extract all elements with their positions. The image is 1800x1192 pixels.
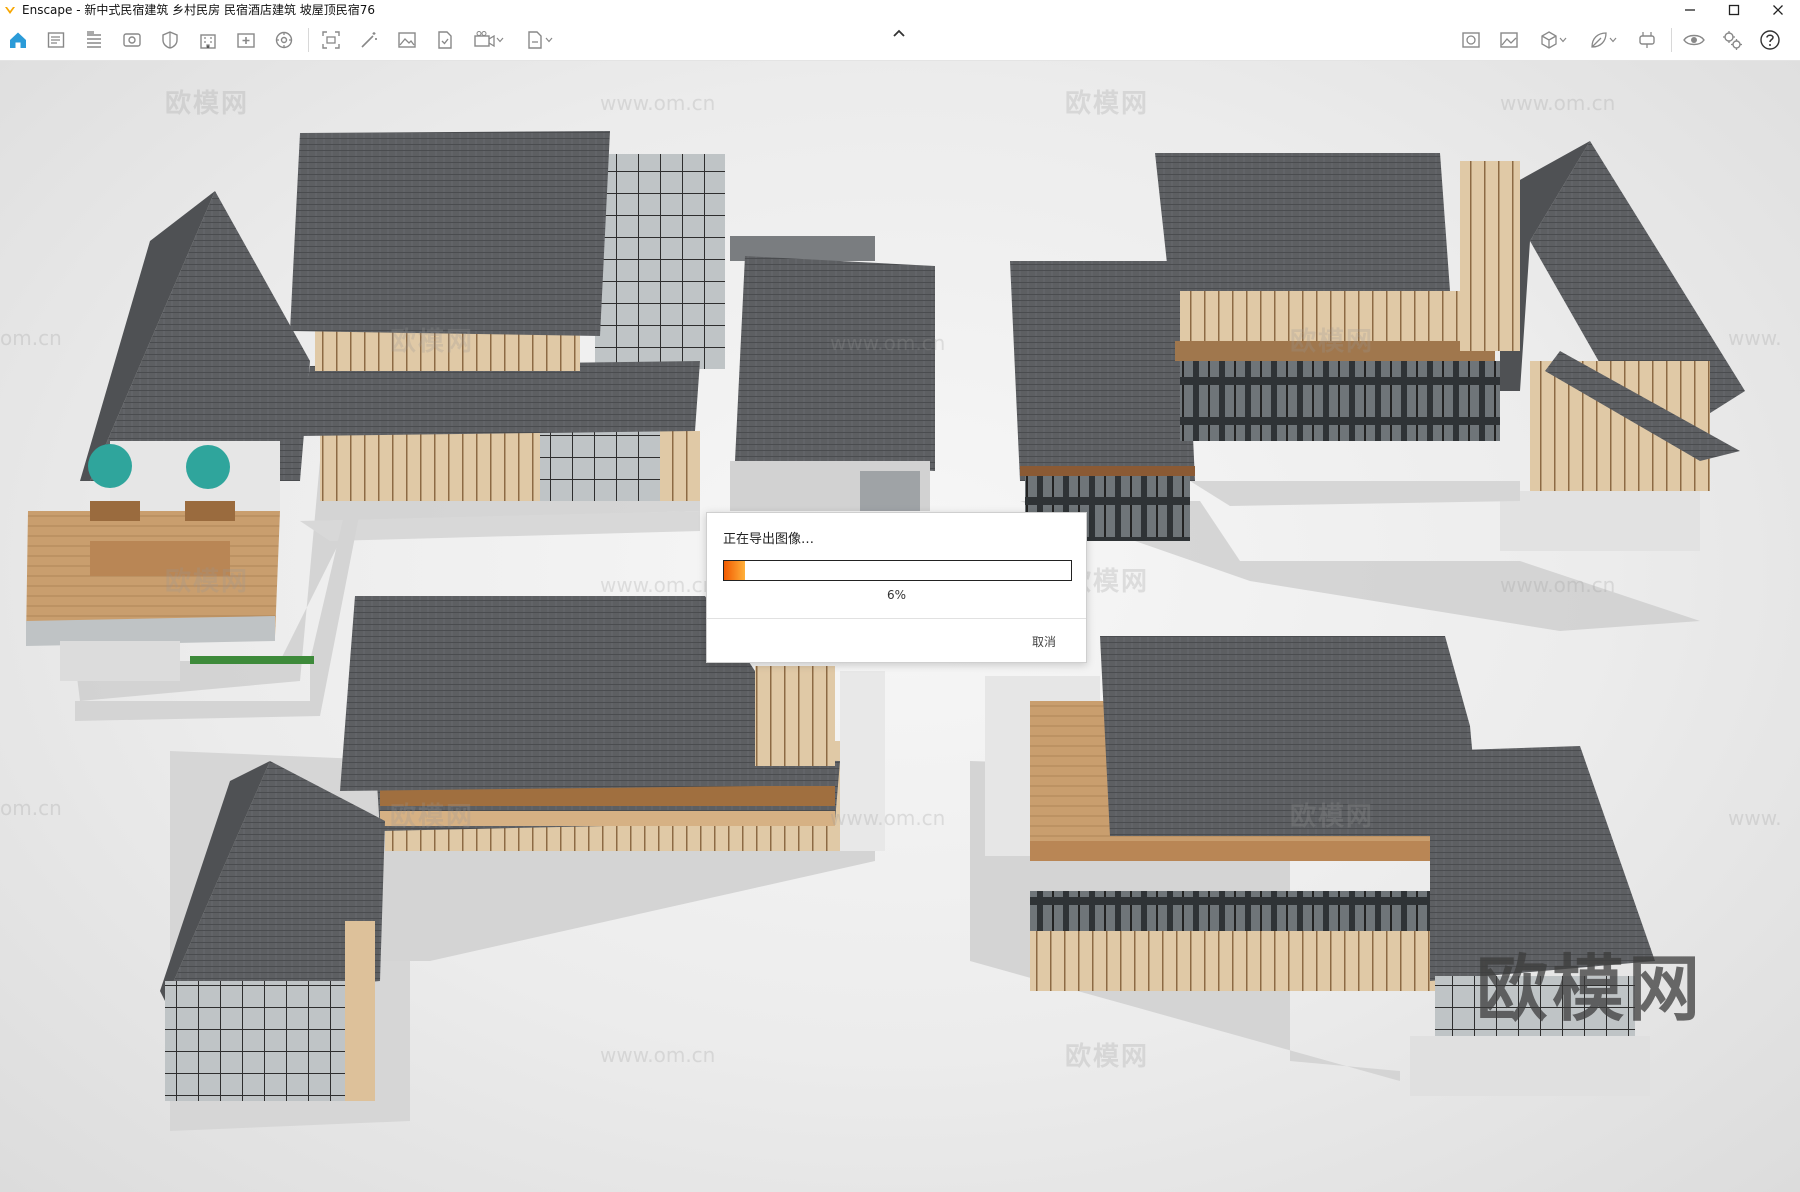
export-file-dropdown[interactable] [519, 27, 559, 53]
vr-headset-button[interactable] [1633, 27, 1661, 53]
close-button[interactable] [1756, 0, 1800, 19]
watermark-site-url: www.om.cn [600, 573, 716, 597]
progress-fill [724, 561, 745, 580]
video-camera-dropdown[interactable] [469, 27, 509, 53]
cancel-button[interactable]: 取消 [1032, 633, 1056, 650]
eye-button[interactable] [1680, 27, 1708, 53]
gears-button[interactable] [1718, 27, 1746, 53]
shield-icon [162, 31, 178, 49]
panorama-button[interactable] [1457, 27, 1485, 53]
toolbar-separator [1671, 28, 1672, 52]
building-button[interactable] [194, 27, 222, 53]
watermark-site-name: 欧模网 [165, 89, 250, 119]
toolbar-left-group [4, 27, 569, 53]
help-icon [1760, 30, 1780, 50]
gallery-icon [1500, 32, 1518, 48]
magic-wand-icon [361, 32, 377, 48]
cube-dropdown[interactable] [1533, 27, 1573, 53]
gallery-button[interactable] [1495, 27, 1523, 53]
watermark-url-fragment: om.cn [0, 796, 62, 820]
toolbar-right-group [1457, 27, 1794, 53]
watermark-url-fragment-right: www. [1728, 806, 1782, 830]
building-icon [200, 34, 216, 49]
dialog-divider [707, 618, 1086, 619]
export-progress-dialog: 正在导出图像… 6% 取消 [706, 512, 1087, 663]
dialog-message: 正在导出图像… [723, 532, 815, 547]
progress-bar [723, 560, 1072, 581]
settings-wheel-icon [275, 31, 293, 49]
home-button[interactable] [4, 27, 32, 53]
watermark-site-url: www.om.cn [1500, 573, 1616, 597]
brand-watermark: 欧模网 [1476, 946, 1705, 1031]
watermark-site-url: www.om.cn [600, 91, 716, 115]
screenshot-icon [322, 31, 340, 49]
vr-headset-icon [1639, 32, 1655, 48]
help-button[interactable] [1756, 27, 1784, 53]
file-check-icon [438, 31, 452, 49]
image-button[interactable] [393, 27, 421, 53]
chevron-down-icon [545, 37, 553, 43]
watermark-site-name: 欧模网 [1065, 89, 1150, 119]
shield-button[interactable] [156, 27, 184, 53]
window-title: Enscape - 新中式民宿建筑 乡村民房 民宿酒店建筑 坡屋顶民宿76 [22, 3, 376, 17]
building-center-small [730, 236, 935, 511]
progress-percentage: 6% [886, 588, 907, 602]
export-file-icon [528, 31, 542, 49]
file-check-button[interactable] [431, 27, 459, 53]
chevron-down-icon [496, 37, 504, 43]
watermark-site-name: 欧模网 [390, 327, 475, 357]
panorama-icon [1462, 32, 1480, 48]
cube-icon [1541, 31, 1557, 49]
notes-button[interactable] [42, 27, 70, 53]
window-controls [1668, 0, 1800, 19]
settings-wheel-button[interactable] [270, 27, 298, 53]
asset-add-icon [237, 33, 255, 48]
gears-icon [1723, 31, 1742, 50]
enscape-logo-icon [5, 6, 15, 14]
chevron-down-icon [1559, 37, 1567, 43]
screenshot-button[interactable] [317, 27, 345, 53]
watermark-site-name: 欧模网 [165, 567, 250, 597]
watermark-site-name: 欧模网 [1065, 1042, 1150, 1072]
watermark-site-url: www.om.cn [1500, 91, 1616, 115]
bim-icon [87, 31, 101, 48]
notes-icon [47, 32, 65, 48]
main-toolbar [0, 19, 1800, 61]
leaf-icon [1591, 32, 1607, 48]
watermark-site-name: 欧模网 [390, 802, 475, 832]
maximize-icon [1728, 4, 1740, 15]
watermark-site-name: 欧模网 [1290, 327, 1375, 357]
leaf-dropdown[interactable] [1583, 27, 1623, 53]
watermark-site-url: www.om.cn [830, 331, 946, 355]
chevron-down-icon [1609, 37, 1617, 43]
building-top-right [1010, 141, 1745, 551]
watermark-site-name: 欧模网 [1290, 802, 1375, 832]
watermark-url-fragment: om.cn [0, 326, 62, 350]
minimize-icon [1685, 8, 1695, 11]
magic-wand-button[interactable] [355, 27, 383, 53]
toolbar-separator [308, 28, 309, 52]
maximize-button[interactable] [1712, 0, 1756, 19]
view-button[interactable] [118, 27, 146, 53]
eye-icon [1683, 34, 1705, 46]
watermark-site-url: www.om.cn [600, 1043, 716, 1067]
watermark-url-fragment-right: www. [1728, 326, 1782, 350]
bim-button[interactable] [80, 27, 108, 53]
title-bar: Enscape - 新中式民宿建筑 乡村民房 民宿酒店建筑 坡屋顶民宿76 [0, 0, 1800, 19]
collapse-toolbar-chevron-icon[interactable] [892, 28, 906, 38]
home-icon [10, 32, 26, 48]
video-camera-icon [474, 31, 495, 48]
close-icon [1773, 4, 1783, 15]
watermark-site-url: www.om.cn [830, 806, 946, 830]
view-icon [123, 33, 141, 47]
image-icon [398, 32, 416, 48]
asset-add-button[interactable] [232, 27, 260, 53]
minimize-button[interactable] [1668, 0, 1712, 19]
